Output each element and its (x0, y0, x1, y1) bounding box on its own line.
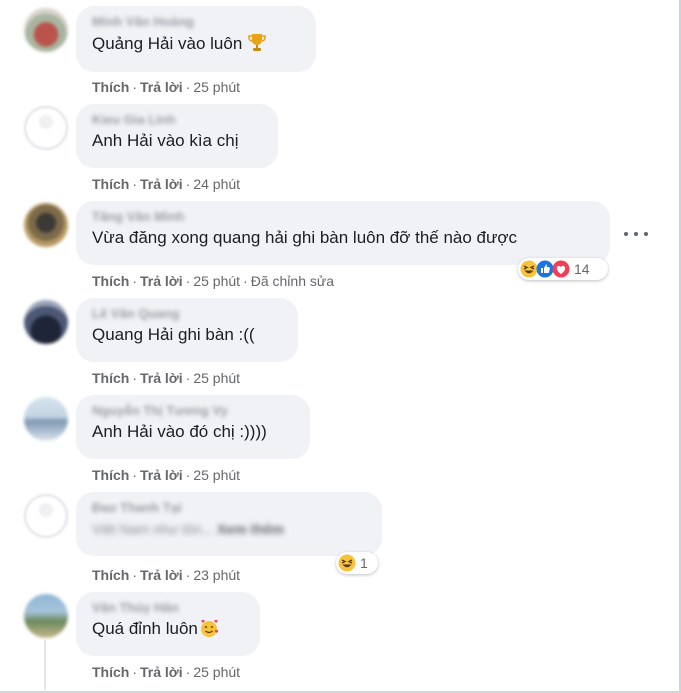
timestamp[interactable]: 25 phút (193, 273, 240, 289)
reply-link[interactable]: Trả lời (140, 467, 183, 483)
avatar[interactable] (24, 203, 68, 247)
separator: · (185, 273, 191, 289)
comment-bubble: Văn Thúy Hân Quá đỉnh luôn (76, 592, 260, 656)
smiling-hearts-icon (200, 619, 219, 637)
comment-bubble: Tăng Văn Minh Vừa đăng xong quang hải gh… (76, 201, 610, 265)
reaction-summary[interactable]: 14 (518, 258, 608, 280)
comment-actions: Thích · Trả lời · 25 phút (92, 663, 240, 681)
comment-bubble: Lê Văn Quang Quang Hải ghi bàn :(( (76, 298, 298, 362)
commenter-name[interactable]: Văn Thúy Hân (92, 600, 244, 616)
separator: · (132, 567, 138, 583)
like-link[interactable]: Thích (92, 467, 129, 483)
comment-actions: Thích · Trả lời · 23 phút (92, 566, 240, 584)
reaction-count: 1 (360, 555, 368, 571)
separator: · (132, 467, 138, 483)
reply-thread-line (44, 640, 46, 690)
commenter-name[interactable]: Minh Văn Hoàng (92, 14, 300, 30)
separator: · (243, 273, 248, 289)
comment-actions: Thích · Trả lời · 25 phút (92, 78, 240, 96)
timestamp[interactable]: 24 phút (193, 176, 240, 192)
commenter-name[interactable]: Nguyễn Thị Tương Vy (92, 403, 294, 419)
comment-text-content: Việt Nam như tôn... (92, 521, 214, 537)
separator: · (185, 467, 191, 483)
avatar[interactable] (24, 300, 68, 344)
separator: · (185, 176, 191, 192)
avatar[interactable] (24, 106, 68, 150)
see-more-link[interactable]: Xem thêm (217, 521, 284, 537)
comment-text: Vừa đăng xong quang hải ghi bàn luôn đỡ … (92, 228, 518, 247)
commenter-name[interactable]: Lê Văn Quang (92, 306, 282, 322)
reaction-count: 14 (574, 261, 590, 277)
separator: · (185, 79, 191, 95)
comment-bubble: Nguyễn Thị Tương Vy Anh Hải vào đó chị :… (76, 395, 310, 459)
separator: · (132, 370, 138, 386)
comment-actions: Thích · Trả lời · 25 phút (92, 466, 240, 484)
comment-text: Quang Hải ghi bàn :(( (92, 325, 255, 344)
separator: · (132, 664, 138, 680)
like-link[interactable]: Thích (92, 370, 129, 386)
comment-text: Anh Hải vào đó chị :)))) (92, 422, 267, 441)
timestamp[interactable]: 25 phút (193, 664, 240, 680)
love-icon (552, 260, 570, 278)
comment-text-content: Quảng Hải vào luôn (92, 34, 243, 53)
avatar[interactable] (24, 397, 68, 441)
like-link[interactable]: Thích (92, 567, 129, 583)
comment-bubble: Kieu Gia Linh Anh Hải vào kìa chị (76, 104, 278, 168)
separator: · (185, 567, 191, 583)
like-link[interactable]: Thích (92, 273, 129, 289)
like-link[interactable]: Thích (92, 664, 129, 680)
like-link[interactable]: Thích (92, 79, 129, 95)
dot (634, 232, 638, 236)
separator: · (185, 370, 191, 386)
trophy-icon (248, 34, 267, 51)
timestamp[interactable]: 23 phút (193, 567, 240, 583)
avatar[interactable] (24, 494, 68, 538)
separator: · (132, 273, 138, 289)
comment-actions: Thích · Trả lời · 25 phút (92, 369, 240, 387)
edited-label[interactable]: Đã chỉnh sửa (251, 273, 334, 289)
comment-text: Quảng Hải vào luôn (92, 32, 300, 55)
more-options-button[interactable] (624, 226, 648, 242)
comment-actions: Thích · Trả lời · 24 phút (92, 175, 240, 193)
haha-icon (338, 554, 356, 572)
separator: · (132, 79, 138, 95)
timestamp[interactable]: 25 phút (193, 370, 240, 386)
comment-text: Quá đỉnh luôn (92, 618, 244, 640)
dot (624, 232, 628, 236)
comment-actions: Thích · Trả lời · 25 phút · Đã chỉnh sửa (92, 272, 334, 290)
comment-bubble: Đao Thanh Tại Việt Nam như tôn... Xem th… (76, 492, 382, 556)
comment-text-content: Quá đỉnh luôn (92, 619, 198, 638)
avatar[interactable] (24, 8, 68, 52)
reply-link[interactable]: Trả lời (140, 567, 183, 583)
commenter-name[interactable]: Đao Thanh Tại (92, 500, 366, 516)
timestamp[interactable]: 25 phút (193, 467, 240, 483)
reply-link[interactable]: Trả lời (140, 664, 183, 680)
comment-text: Anh Hải vào kìa chị (92, 131, 239, 150)
like-link[interactable]: Thích (92, 176, 129, 192)
reply-link[interactable]: Trả lời (140, 273, 183, 289)
reaction-summary[interactable]: 1 (336, 552, 378, 574)
reply-link[interactable]: Trả lời (140, 176, 183, 192)
comment-bubble: Minh Văn Hoàng Quảng Hải vào luôn (76, 6, 316, 72)
commenter-name[interactable]: Tăng Văn Minh (92, 209, 594, 225)
reply-link[interactable]: Trả lời (140, 370, 183, 386)
commenter-name[interactable]: Kieu Gia Linh (92, 112, 262, 128)
comment-text: Việt Nam như tôn... Xem thêm (92, 518, 366, 540)
dot (644, 232, 648, 236)
timestamp[interactable]: 25 phút (193, 79, 240, 95)
avatar[interactable] (24, 594, 68, 638)
separator: · (185, 664, 191, 680)
separator: · (132, 176, 138, 192)
reply-link[interactable]: Trả lời (140, 79, 183, 95)
